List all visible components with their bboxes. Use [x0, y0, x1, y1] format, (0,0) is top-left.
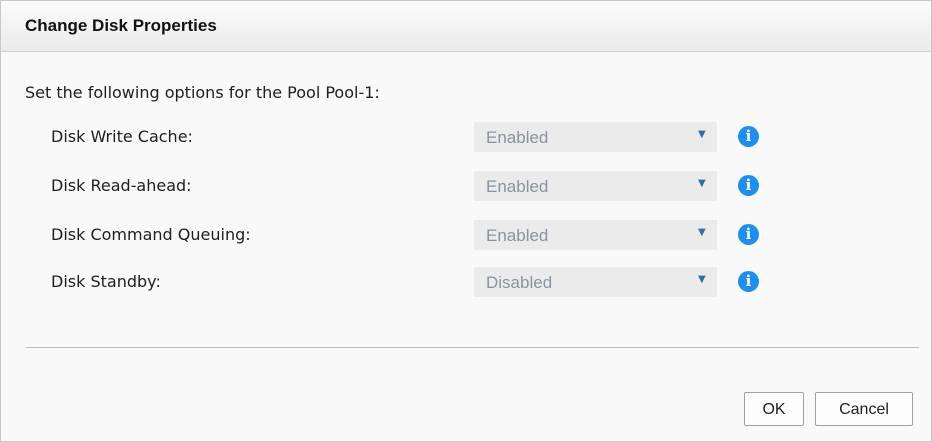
select-value: Enabled — [486, 177, 549, 196]
option-label-disk-standby: Disk Standby: — [51, 272, 161, 291]
select-value: Enabled — [486, 128, 549, 147]
disk-standby-select[interactable]: Disabled ▼ — [474, 267, 717, 297]
footer-divider — [26, 347, 919, 348]
option-label-disk-read-ahead: Disk Read-ahead: — [51, 176, 192, 195]
info-icon[interactable]: i — [738, 271, 759, 292]
option-row-disk-command-queuing: Disk Command Queuing: Enabled ▼ i — [1, 220, 931, 250]
intro-text: Set the following options for the Pool P… — [25, 83, 380, 102]
info-icon[interactable]: i — [738, 126, 759, 147]
info-icon[interactable]: i — [738, 224, 759, 245]
option-label-disk-command-queuing: Disk Command Queuing: — [51, 225, 251, 244]
option-row-disk-standby: Disk Standby: Disabled ▼ i — [1, 267, 931, 297]
change-disk-properties-dialog: Change Disk Properties Set the following… — [0, 0, 932, 442]
option-row-disk-write-cache: Disk Write Cache: Enabled ▼ i — [1, 122, 931, 152]
disk-write-cache-select[interactable]: Enabled ▼ — [474, 122, 717, 152]
chevron-down-icon: ▼ — [698, 178, 706, 189]
disk-command-queuing-select[interactable]: Enabled ▼ — [474, 220, 717, 250]
cancel-button[interactable]: Cancel — [815, 392, 913, 426]
disk-read-ahead-select[interactable]: Enabled ▼ — [474, 171, 717, 201]
ok-button[interactable]: OK — [744, 392, 804, 426]
option-row-disk-read-ahead: Disk Read-ahead: Enabled ▼ i — [1, 171, 931, 201]
chevron-down-icon: ▼ — [698, 129, 706, 140]
select-value: Disabled — [486, 273, 553, 292]
info-icon[interactable]: i — [738, 175, 759, 196]
select-value: Enabled — [486, 226, 549, 245]
dialog-titlebar: Change Disk Properties — [1, 1, 931, 52]
chevron-down-icon: ▼ — [698, 227, 706, 238]
chevron-down-icon: ▼ — [698, 274, 706, 285]
dialog-title: Change Disk Properties — [25, 16, 217, 35]
option-label-disk-write-cache: Disk Write Cache: — [51, 127, 193, 146]
